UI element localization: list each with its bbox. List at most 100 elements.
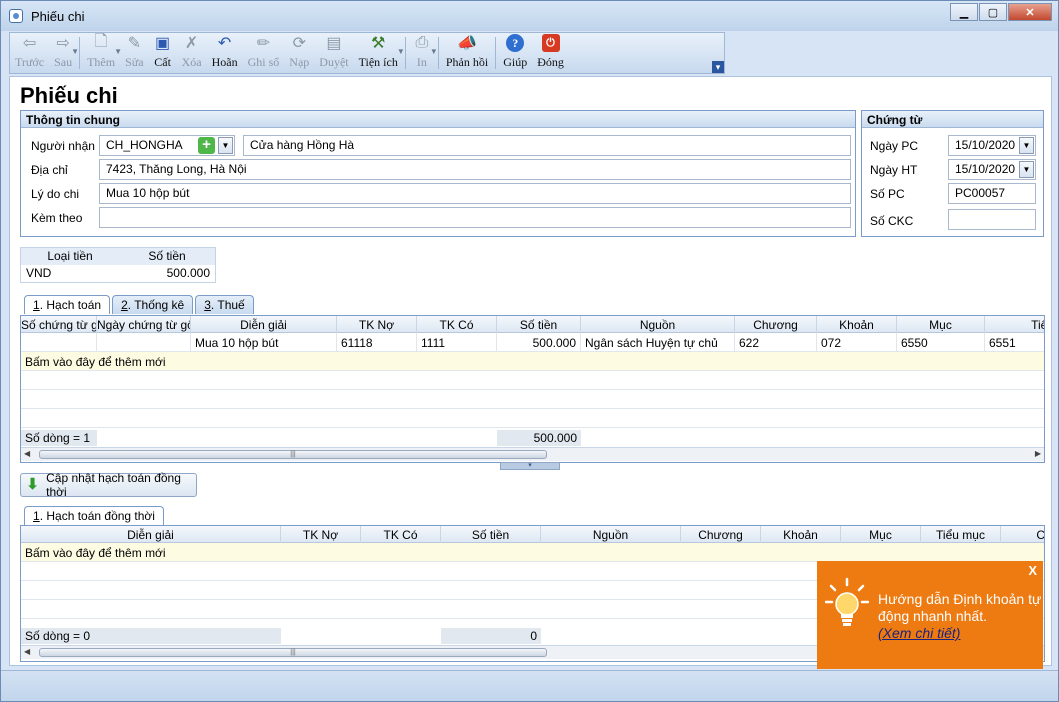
save-icon: ▣: [155, 35, 171, 52]
no-pc-field[interactable]: PC00057: [948, 183, 1036, 204]
column-header[interactable]: Mục: [897, 316, 985, 333]
column-header[interactable]: Chương: [735, 316, 817, 333]
tab-accounting-label: . Hạch toán: [39, 298, 102, 312]
main-window: Phiếu chi ▁ ▢ ✕ ⇦ Trước ⇨ Sau ▼ 🗋 Thêm ▼ ✎ Sửa…: [0, 0, 1059, 702]
page-title: Phiếu chi: [20, 83, 118, 108]
reason-field[interactable]: Mua 10 hộp bút: [99, 183, 851, 204]
tab-statistics-label: . Thống kê: [127, 298, 185, 312]
grid-header: Diễn giải TK Nợ TK Có Số tiền Nguồn Chươ…: [21, 526, 1044, 543]
column-header[interactable]: Nguồn: [541, 526, 681, 543]
undo-button[interactable]: ↶ Hoãn: [207, 33, 243, 73]
undo-label: Hoãn: [211, 55, 238, 69]
chevron-down-icon[interactable]: ▼: [397, 47, 405, 56]
utilities-button[interactable]: ⚒ Tiện ích ▼: [354, 33, 405, 73]
footer-blank: [281, 628, 441, 644]
column-header[interactable]: TK Nợ: [281, 526, 361, 543]
close-button[interactable]: ⏻ Đóng: [532, 33, 569, 73]
column-header[interactable]: Tiểu mục: [921, 526, 1001, 543]
post-button[interactable]: ✏ Ghi sổ: [243, 33, 285, 73]
maximize-icon[interactable]: ▢: [979, 3, 1007, 21]
popup-message: Hướng dẫn Định khoản tự động nhanh nhất.: [878, 591, 1042, 624]
minimize-icon[interactable]: ▁: [950, 3, 978, 21]
row-count: Số dòng = 0: [25, 629, 91, 643]
arrow-down-green-icon: ⬇: [26, 476, 39, 493]
help-button[interactable]: ? Giúp: [498, 33, 532, 73]
load-button[interactable]: ⟳ Nạp: [284, 33, 314, 73]
calendar-dropdown-icon[interactable]: ▼: [1019, 161, 1034, 178]
footer-total: 500.000: [533, 431, 577, 445]
column-header[interactable]: TK Có: [361, 526, 441, 543]
column-header[interactable]: Diễn giải: [191, 316, 337, 333]
horizontal-scrollbar[interactable]: ◀ ||| ▶: [21, 447, 1044, 461]
add-row[interactable]: Bấm vào đây để thêm mới: [21, 543, 1044, 562]
address-field[interactable]: 7423, Thăng Long, Hà Nội: [99, 159, 851, 180]
column-header[interactable]: Ngày chứng từ gố: [97, 316, 191, 333]
approve-icon: ▤: [326, 35, 342, 52]
popup-close-icon[interactable]: X: [1028, 563, 1037, 578]
date-ht-value: 15/10/2020: [955, 162, 1016, 176]
delete-button[interactable]: ✗ Xóa: [177, 33, 207, 73]
help-icon: ?: [506, 34, 525, 52]
currency-row[interactable]: VND 500.000: [21, 265, 215, 282]
currency-header-row: Loại tiền Số tiền: [21, 248, 215, 265]
recipient-name-field[interactable]: Cửa hàng Hồng Hà: [243, 135, 851, 156]
reason-label: Lý do chi: [31, 187, 80, 201]
column-header[interactable]: Khoản: [817, 316, 897, 333]
column-header[interactable]: TK Có: [417, 316, 497, 333]
column-header[interactable]: TK Nợ: [337, 316, 417, 333]
calendar-dropdown-icon[interactable]: ▼: [1019, 137, 1034, 154]
cell: [21, 333, 97, 352]
edit-label: Sửa: [125, 55, 144, 69]
column-header[interactable]: Chương: [681, 526, 761, 543]
recipient-label: Người nhận: [31, 139, 95, 153]
close-icon[interactable]: ✕: [1008, 3, 1052, 21]
scroll-right-icon[interactable]: ▶: [1035, 449, 1041, 458]
arrow-left-icon: ⇦: [22, 35, 37, 52]
tab-tax[interactable]: 3. Thuế: [195, 295, 254, 314]
column-header[interactable]: Số tiền: [441, 526, 541, 543]
tab-accounting[interactable]: 1. Hạch toán: [24, 295, 111, 314]
attach-field[interactable]: [99, 207, 851, 228]
column-header[interactable]: Tiểu: [985, 316, 1044, 333]
tab-simultaneous[interactable]: 1. Hạch toán đồng thời: [24, 506, 164, 525]
chevron-down-icon[interactable]: ▼: [218, 137, 233, 154]
column-header[interactable]: Số tiền: [497, 316, 581, 333]
scroll-thumb[interactable]: |||: [39, 450, 547, 459]
table-row[interactable]: Mua 10 hộp bút 61118 1111 500.000 Ngân s…: [21, 333, 1044, 352]
toolbar-overflow-icon[interactable]: ▾: [712, 61, 724, 73]
approve-button[interactable]: ▤ Duyệt: [314, 33, 353, 73]
feedback-button[interactable]: 📣 Phản hồi: [441, 33, 493, 73]
empty-row: [21, 390, 1044, 409]
save-button[interactable]: ▣ Cất: [149, 33, 177, 73]
splitter-handle[interactable]: ▾: [500, 462, 560, 470]
next-button[interactable]: ⇨ Sau ▼: [49, 33, 79, 73]
edit-button[interactable]: ✎ Sửa: [120, 33, 149, 73]
scroll-left-icon[interactable]: ◀: [24, 449, 30, 458]
address-label: Địa chỉ: [31, 163, 68, 177]
chevron-down-icon[interactable]: ▼: [430, 47, 438, 56]
column-header[interactable]: Diễn giải: [21, 526, 281, 543]
currency-amount-header: Số tiền: [148, 249, 186, 263]
prev-button[interactable]: ⇦ Trước: [10, 33, 49, 73]
chevron-down-icon[interactable]: ▼: [71, 47, 79, 56]
column-header[interactable]: C: [1001, 526, 1044, 543]
no-ckc-field[interactable]: [948, 209, 1036, 230]
scroll-thumb[interactable]: |||: [39, 648, 547, 657]
add-row[interactable]: Bấm vào đây để thêm mới: [21, 352, 1044, 371]
add-recipient-icon[interactable]: +: [198, 137, 215, 154]
column-header[interactable]: Mục: [841, 526, 921, 543]
undo-icon: ↶: [217, 35, 232, 52]
update-simultaneous-button[interactable]: ⬇ Cập nhật hạch toán đồng thời: [20, 471, 197, 499]
window-controls: ▁ ▢ ✕: [949, 3, 1052, 21]
column-header[interactable]: Số chứng từ g: [21, 316, 97, 333]
scroll-left-icon[interactable]: ◀: [24, 647, 30, 656]
column-header[interactable]: Khoản: [761, 526, 841, 543]
tab-statistics[interactable]: 2. Thống kê: [112, 295, 194, 314]
tab-tax-label: . Thuế: [210, 298, 245, 312]
print-button[interactable]: ⎙ In ▼: [408, 33, 438, 73]
add-button[interactable]: 🗋 Thêm ▼: [82, 33, 122, 73]
grid-header: Số chứng từ g Ngày chứng từ gố Diễn giải…: [21, 316, 1044, 333]
popup-details-link[interactable]: (Xem chi tiết): [878, 625, 960, 641]
cell: 1111: [417, 333, 497, 352]
column-header[interactable]: Nguồn: [581, 316, 735, 333]
